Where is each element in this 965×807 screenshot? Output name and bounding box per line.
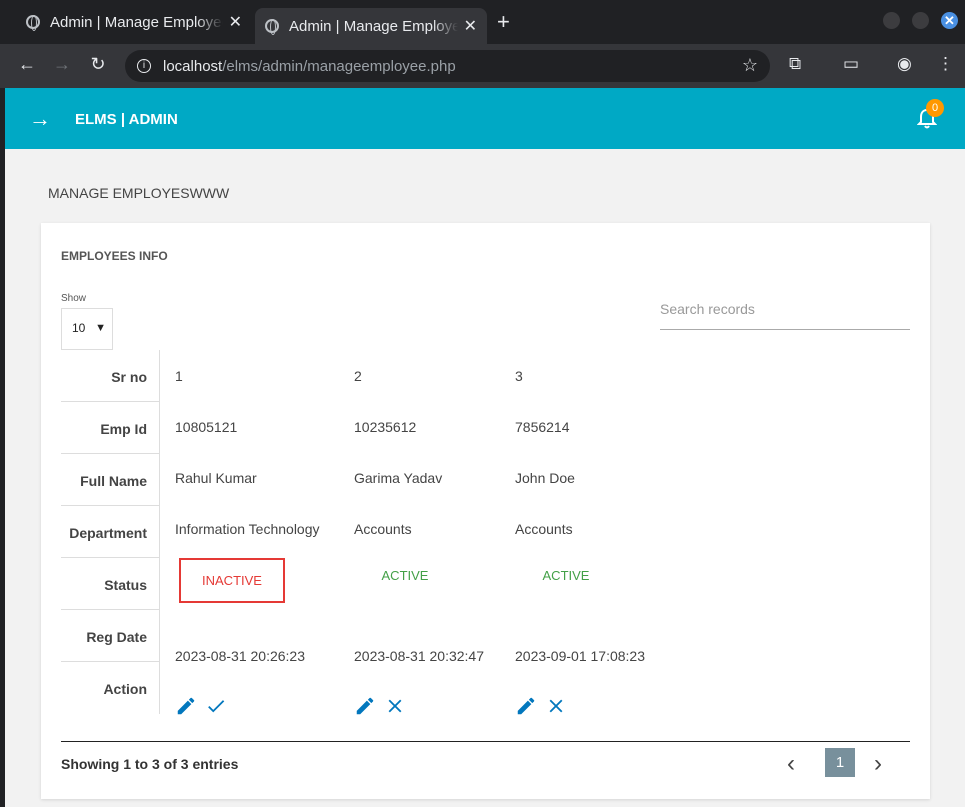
address-bar[interactable]: i localhost/elms/admin/manageemployee.ph… — [125, 50, 770, 82]
reg-date-cell: 2023-09-01 17:08:23 — [515, 648, 645, 664]
arrow-right-icon[interactable]: → — [29, 106, 51, 132]
new-tab-button[interactable]: + — [497, 10, 510, 34]
full-name-cell: John Doe — [515, 470, 575, 486]
app-header: → ELMS | ADMIN 0 — [5, 88, 965, 149]
chevron-down-icon: ▼ — [95, 322, 106, 334]
full-name-cell: Rahul Kumar — [175, 470, 257, 486]
header-department[interactable]: Department — [61, 506, 159, 558]
window-minimize-button[interactable] — [883, 12, 900, 29]
check-icon[interactable] — [205, 695, 227, 717]
chevron-left-icon[interactable]: ‹ — [787, 750, 795, 778]
full-name-cell: Garima Yadav — [354, 470, 443, 486]
reload-icon[interactable]: ↻ — [86, 54, 110, 75]
back-arrow-icon[interactable]: ← — [15, 54, 39, 75]
sr-no-cell: 1 — [175, 368, 183, 384]
chevron-right-icon[interactable]: › — [874, 750, 882, 778]
close-icon[interactable] — [545, 695, 567, 717]
department-cell: Accounts — [354, 521, 412, 537]
emp-id-cell: 10235612 — [354, 419, 417, 435]
page-title: MANAGE EMPLOYESWWW — [48, 185, 230, 201]
table-bottom-divider — [61, 741, 910, 742]
browser-toolbar: ← → ↻ i localhost/elms/admin/manageemplo… — [0, 44, 965, 88]
emp-id-cell: 7856214 — [515, 419, 570, 435]
tab-title: Admin | Manage Employee — [50, 13, 223, 31]
browser-tab-2[interactable]: Admin | Manage Employee ✕ — [255, 8, 487, 44]
profile-icon[interactable]: ◉ — [897, 54, 912, 74]
table-header-column: Sr no Emp Id Full Name Department Status… — [61, 350, 160, 714]
close-icon[interactable] — [384, 695, 406, 717]
header-status[interactable]: Status — [61, 558, 159, 610]
notification-badge: 0 — [926, 99, 944, 117]
emp-id-cell: 10805121 — [175, 419, 238, 435]
tab-close-icon[interactable]: ✕ — [464, 16, 477, 36]
entries-select[interactable]: 10 ▼ — [61, 308, 113, 350]
header-full-name[interactable]: Full Name — [61, 454, 159, 506]
department-cell: Information Technology — [175, 521, 320, 537]
site-info-icon[interactable]: i — [137, 59, 151, 73]
edit-pencil-icon[interactable] — [175, 695, 197, 717]
extensions-icon[interactable]: ⧉ — [789, 54, 801, 74]
globe-icon — [26, 15, 40, 31]
browser-tab-1[interactable]: Admin | Manage Employee ✕ — [16, 8, 252, 36]
entries-info: Showing 1 to 3 of 3 entries — [61, 756, 239, 772]
browser-tab-strip: Admin | Manage Employee ✕ Admin | Manage… — [0, 0, 965, 44]
reg-date-cell: 2023-08-31 20:32:47 — [354, 648, 484, 664]
action-cell — [515, 695, 567, 717]
header-action: Action — [103, 681, 147, 697]
header-emp-id[interactable]: Emp Id — [61, 402, 159, 454]
window-close-button[interactable]: ✕ — [941, 12, 958, 29]
entries-select-value: 10 — [72, 321, 86, 335]
card-title: EMPLOYEES INFO — [61, 249, 168, 263]
header-reg-date[interactable]: Reg Date — [61, 610, 159, 662]
status-badge-active: ACTIVE — [381, 568, 429, 583]
tab-search-icon[interactable]: ▭ — [843, 54, 859, 74]
department-cell: Accounts — [515, 521, 573, 537]
tab-close-icon[interactable]: ✕ — [229, 12, 242, 32]
header-sr-no[interactable]: Sr no — [61, 350, 159, 402]
employees-card: EMPLOYEES INFO Show 10 ▼ Search records … — [41, 223, 930, 799]
brand-title: ELMS | ADMIN — [75, 111, 178, 128]
forward-arrow-icon[interactable]: → — [50, 54, 74, 75]
reg-date-cell: 2023-08-31 20:26:23 — [175, 648, 305, 664]
globe-icon — [265, 19, 279, 35]
action-cell — [175, 695, 227, 717]
show-label: Show — [61, 293, 87, 304]
url-host: localhost — [163, 57, 223, 75]
search-input[interactable]: Search records — [660, 294, 910, 330]
browser-menu-icon[interactable]: ⋮ — [937, 54, 954, 74]
edit-pencil-icon[interactable] — [515, 695, 537, 717]
tab-title: Admin | Manage Employee — [289, 17, 458, 35]
status-badge-active: ACTIVE — [542, 568, 590, 583]
page-button-current[interactable]: 1 — [825, 748, 855, 777]
status-badge-inactive: INACTIVE — [179, 558, 285, 603]
edit-pencil-icon[interactable] — [354, 695, 376, 717]
app-viewport: → ELMS | ADMIN 0 MANAGE EMPLOYESWWW EMPL… — [5, 88, 965, 807]
url-path: /elms/admin/manageemployee.php — [222, 57, 456, 75]
sr-no-cell: 2 — [354, 368, 362, 384]
bookmark-star-icon[interactable]: ☆ — [742, 55, 758, 76]
sr-no-cell: 3 — [515, 368, 523, 384]
action-cell — [354, 695, 406, 717]
window-maximize-button[interactable] — [912, 12, 929, 29]
